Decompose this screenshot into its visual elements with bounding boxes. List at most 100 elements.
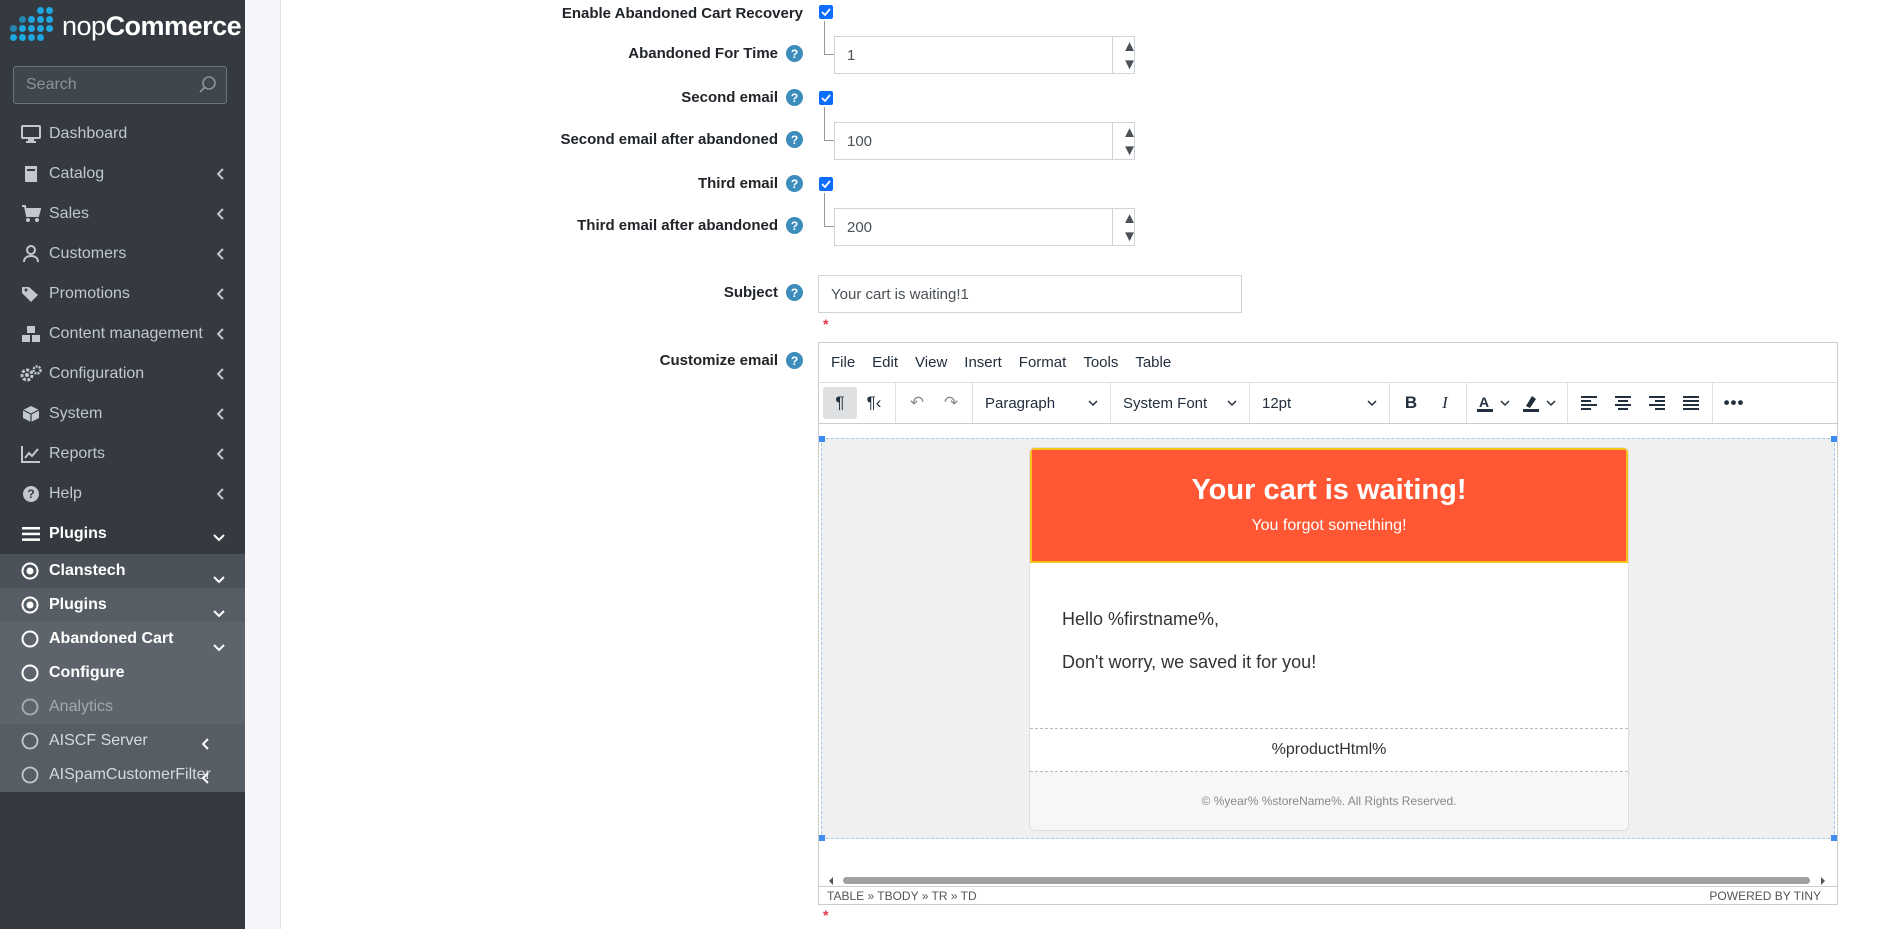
align-center-icon[interactable] xyxy=(1606,387,1640,419)
number-spinner[interactable]: ▲ ▼ xyxy=(1110,209,1137,245)
spin-up-icon[interactable]: ▲ xyxy=(1110,124,1137,141)
second-after-input[interactable]: 100 ▲ ▼ xyxy=(834,122,1137,160)
highlight-color-icon[interactable] xyxy=(1517,387,1563,419)
spin-up-icon[interactable]: ▲ xyxy=(1110,38,1137,55)
third-after-label: Third email after abandoned? xyxy=(577,217,803,234)
sidebar-item-customers[interactable]: Customers xyxy=(0,235,245,273)
resize-handle[interactable] xyxy=(819,436,825,442)
second-email-checkbox[interactable] xyxy=(819,91,833,105)
brand-logo[interactable]: nopCommerce xyxy=(0,0,245,52)
ltr-paragraph-icon[interactable]: ¶ xyxy=(823,387,857,419)
scroll-left-icon[interactable] xyxy=(827,876,835,886)
horizontal-scrollbar[interactable] xyxy=(827,874,1827,886)
element-path[interactable]: TABLE » TBODY » TR » TD xyxy=(827,889,977,903)
powered-by-link[interactable]: POWERED BY TINY xyxy=(1709,889,1821,903)
number-spinner[interactable]: ▲ ▼ xyxy=(1110,37,1137,73)
email-body[interactable]: Hello %firstname%, Don't worry, we saved… xyxy=(1030,563,1628,728)
font-family-select[interactable]: System Font xyxy=(1111,383,1250,423)
resize-handle[interactable] xyxy=(1831,436,1837,442)
sidebar-item-help[interactable]: ? Help xyxy=(0,475,245,513)
italic-icon[interactable]: I xyxy=(1428,387,1462,419)
sidebar-item-promotions[interactable]: Promotions xyxy=(0,275,245,313)
menu-insert[interactable]: Insert xyxy=(964,354,1002,371)
third-email-checkbox[interactable] xyxy=(819,177,833,191)
resize-handle[interactable] xyxy=(1831,835,1837,841)
help-icon[interactable]: ? xyxy=(786,89,803,106)
scrollbar-thumb[interactable] xyxy=(843,877,1810,884)
third-after-input[interactable]: 200 ▲ ▼ xyxy=(834,208,1137,246)
spin-down-icon[interactable]: ▼ xyxy=(1110,56,1137,73)
sidebar-item-configuration[interactable]: Configuration xyxy=(0,355,245,393)
abandoned-time-input[interactable]: 1 ▲ ▼ xyxy=(834,36,1137,74)
chevron-down-icon xyxy=(213,529,225,547)
enable-recovery-checkbox[interactable] xyxy=(819,5,833,19)
circle-icon xyxy=(21,698,41,716)
align-right-icon[interactable] xyxy=(1640,387,1674,419)
sidebar-subitem-label: Configure xyxy=(49,664,125,681)
chevron-left-icon xyxy=(216,167,225,185)
logo-icon xyxy=(8,6,58,46)
bold-icon[interactable]: B xyxy=(1394,387,1428,419)
sidebar-subitem-plugins[interactable]: Plugins xyxy=(0,588,245,622)
sidebar-subitem-clanstech[interactable]: Clanstech xyxy=(0,554,245,588)
book-icon xyxy=(19,165,43,183)
editor-content-area[interactable]: Your cart is waiting! You forgot somethi… xyxy=(819,436,1837,841)
sidebar-item-sales[interactable]: Sales xyxy=(0,195,245,233)
menu-edit[interactable]: Edit xyxy=(872,354,898,371)
spin-down-icon[interactable]: ▼ xyxy=(1110,142,1137,159)
sidebar-item-label: Configuration xyxy=(49,365,145,382)
align-left-icon[interactable] xyxy=(1572,387,1606,419)
sidebar-item-plugins[interactable]: Plugins xyxy=(0,515,245,553)
menu-view[interactable]: View xyxy=(915,354,947,371)
sidebar-subitem-aiscf-server[interactable]: AISCF Server xyxy=(0,724,245,758)
more-icon[interactable]: ••• xyxy=(1717,387,1751,419)
resize-handle[interactable] xyxy=(819,835,825,841)
chevron-left-icon xyxy=(216,407,225,425)
chevron-left-icon xyxy=(216,287,225,305)
rtl-paragraph-icon[interactable]: ¶‹ xyxy=(857,387,891,419)
sidebar-item-catalog[interactable]: Catalog xyxy=(0,155,245,193)
email-product-placeholder[interactable]: %productHtml% xyxy=(1030,728,1628,772)
redo-icon[interactable]: ↷ xyxy=(934,387,968,419)
circle-dot-icon xyxy=(21,562,41,580)
sidebar-item-system[interactable]: System xyxy=(0,395,245,433)
font-size-select[interactable]: 12pt xyxy=(1250,383,1390,423)
search-input[interactable] xyxy=(26,76,196,94)
menu-format[interactable]: Format xyxy=(1019,354,1067,371)
sidebar-subitem-abandoned-cart[interactable]: Abandoned Cart xyxy=(0,622,245,656)
help-icon[interactable]: ? xyxy=(786,352,803,369)
help-icon[interactable]: ? xyxy=(786,284,803,301)
menu-table[interactable]: Table xyxy=(1135,354,1171,371)
align-justify-icon[interactable] xyxy=(1674,387,1708,419)
sidebar-item-content-management[interactable]: Content management xyxy=(0,315,245,353)
undo-icon[interactable]: ↶ xyxy=(900,387,934,419)
sidebar-subitem-analytics[interactable]: Analytics xyxy=(0,690,245,724)
text-color-icon[interactable]: A xyxy=(1471,387,1517,419)
editor-statusbar: TABLE » TBODY » TR » TD POWERED BY TINY xyxy=(819,886,1837,904)
number-spinner[interactable]: ▲ ▼ xyxy=(1110,123,1137,159)
help-icon[interactable]: ? xyxy=(786,217,803,234)
email-header[interactable]: Your cart is waiting! You forgot somethi… xyxy=(1030,448,1628,563)
sidebar-item-reports[interactable]: Reports xyxy=(0,435,245,473)
spin-down-icon[interactable]: ▼ xyxy=(1110,228,1137,245)
email-footer[interactable]: © %year% %storeName%. All Rights Reserve… xyxy=(1030,772,1628,830)
sidebar-subitem-label: Plugins xyxy=(49,596,107,613)
chevron-left-icon xyxy=(216,367,225,385)
menu-tools[interactable]: Tools xyxy=(1083,354,1118,371)
menu-file[interactable]: File xyxy=(831,354,855,371)
email-title: Your cart is waiting! xyxy=(1191,474,1467,506)
help-icon[interactable]: ? xyxy=(786,45,803,62)
sidebar-subitem-configure[interactable]: Configure xyxy=(0,656,245,690)
subject-input[interactable]: Your cart is waiting!1 xyxy=(818,275,1242,313)
sidebar-item-label: Content management xyxy=(49,325,203,342)
tree-connector xyxy=(824,193,834,227)
sidebar-subitem-label: AISCF Server xyxy=(49,732,148,749)
spin-up-icon[interactable]: ▲ xyxy=(1110,210,1137,227)
sidebar-item-dashboard[interactable]: Dashboard xyxy=(0,115,245,153)
search-icon[interactable] xyxy=(198,75,218,100)
sidebar-subitem-aispamcustomerfilter[interactable]: AISpamCustomerFilter xyxy=(0,758,245,792)
help-icon[interactable]: ? xyxy=(786,175,803,192)
block-format-select[interactable]: Paragraph xyxy=(973,383,1111,423)
help-icon[interactable]: ? xyxy=(786,131,803,148)
scroll-right-icon[interactable] xyxy=(1819,876,1827,886)
